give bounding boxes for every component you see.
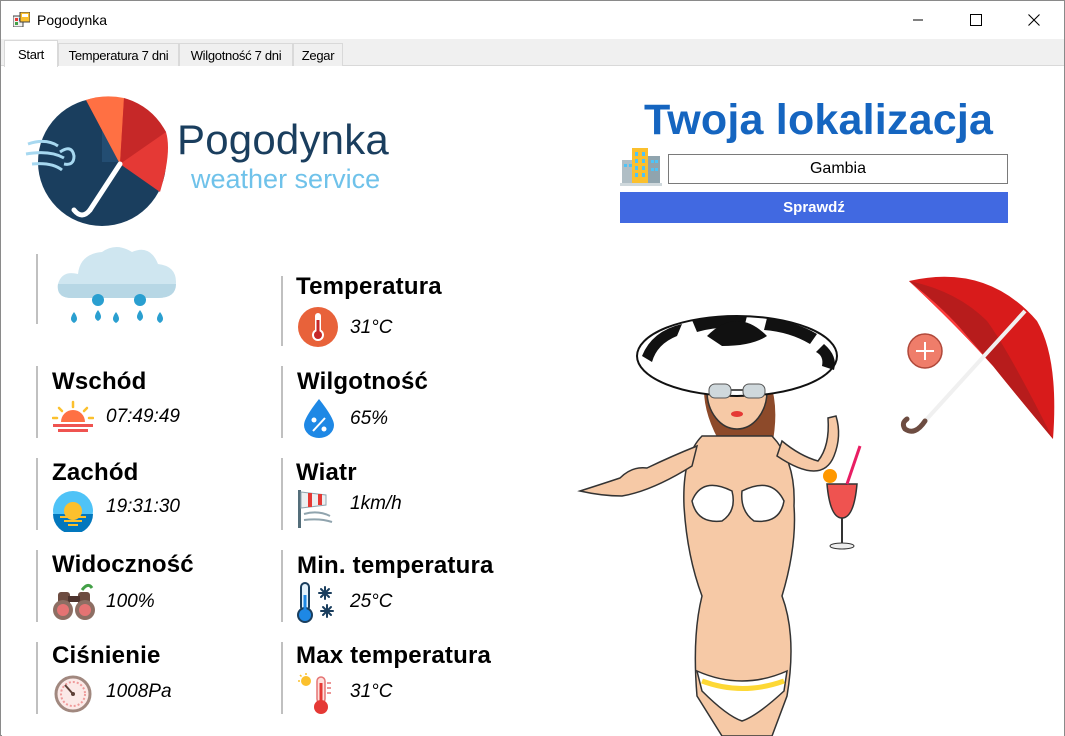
brand-logo-icon: [25, 96, 168, 226]
min-temperature-value: 25°C: [350, 591, 393, 612]
tab-temperature-7-days[interactable]: Temperatura 7 dni: [58, 43, 179, 66]
sunrise-value: 07:49:49: [106, 406, 180, 427]
wind-sock-icon: [298, 490, 333, 528]
thermometer-icon: [298, 307, 338, 347]
sunset-icon: [53, 491, 93, 532]
brand-tagline: weather service: [191, 164, 381, 194]
beach-woman-illustration: [577, 315, 862, 736]
add-circle-icon: [907, 333, 943, 369]
cold-thermometer-icon: [297, 582, 334, 623]
humidity-label: Wilgotność: [297, 368, 429, 395]
close-button[interactable]: [1005, 1, 1063, 39]
temperature-label: Temperatura: [296, 273, 442, 300]
tab-label: Temperatura 7 dni: [68, 47, 169, 63]
city-buildings-icon: [620, 148, 662, 186]
min-temperature-label: Min. temperatura: [297, 552, 494, 579]
humidity-drop-icon: [304, 399, 334, 438]
sunset-value: 19:31:30: [106, 496, 180, 517]
barometer-icon: [54, 675, 92, 713]
start-tab-panel: Pogodynka weather service Twoja lokaliza…: [2, 66, 1064, 736]
app-icon: [13, 12, 30, 27]
sunrise-icon: [52, 400, 94, 432]
wind-label: Wiatr: [296, 459, 357, 486]
max-temperature-value: 31°C: [350, 681, 393, 702]
app-window: Pogodynka Start Temperatura 7 dni Wilgot…: [0, 0, 1065, 736]
tab-start[interactable]: Start: [4, 40, 58, 67]
sunrise-label: Wschód: [52, 368, 147, 395]
tab-label: Start: [18, 46, 44, 62]
humidity-value: 65%: [350, 408, 389, 429]
tab-bar: Start Temperatura 7 dni Wilgotność 7 dni…: [1, 39, 1064, 67]
wind-value: 1km/h: [350, 493, 402, 514]
tab-clock[interactable]: Zegar: [293, 43, 343, 66]
separator: [36, 642, 38, 714]
separator: [36, 254, 38, 324]
separator: [281, 276, 283, 346]
hot-thermometer-icon: [298, 673, 331, 714]
check-button[interactable]: Sprawdź: [620, 192, 1008, 223]
visibility-label: Widoczność: [52, 551, 194, 578]
maximize-icon: [970, 14, 982, 26]
location-input[interactable]: [668, 154, 1008, 184]
tab-humidity-7-days[interactable]: Wilgotność 7 dni: [179, 43, 293, 66]
binoculars-icon: [53, 583, 95, 620]
close-icon: [1028, 14, 1040, 26]
maximize-button[interactable]: [947, 1, 1005, 39]
separator: [36, 458, 38, 530]
sunset-label: Zachód: [52, 459, 139, 486]
visibility-value: 100%: [106, 591, 155, 612]
brand-name: Pogodynka: [177, 116, 389, 163]
temperature-value: 31°C: [350, 317, 393, 338]
max-temperature-label: Max temperatura: [296, 642, 492, 669]
separator: [281, 642, 283, 714]
tab-label: Wilgotność 7 dni: [190, 47, 282, 63]
pressure-label: Ciśnienie: [52, 642, 161, 669]
window-title: Pogodynka: [37, 12, 108, 28]
pressure-value: 1008Pa: [106, 681, 172, 702]
location-title: Twoja lokalizacja: [644, 96, 994, 144]
minimize-icon: [913, 19, 923, 21]
minimize-button[interactable]: [889, 1, 947, 39]
tab-label: Zegar: [301, 47, 335, 63]
separator: [281, 550, 283, 622]
separator: [36, 366, 38, 438]
separator: [281, 366, 283, 438]
separator: [36, 550, 38, 622]
title-bar: Pogodynka: [1, 1, 1064, 39]
rain-cloud-icon: [57, 247, 176, 323]
separator: [281, 458, 283, 530]
